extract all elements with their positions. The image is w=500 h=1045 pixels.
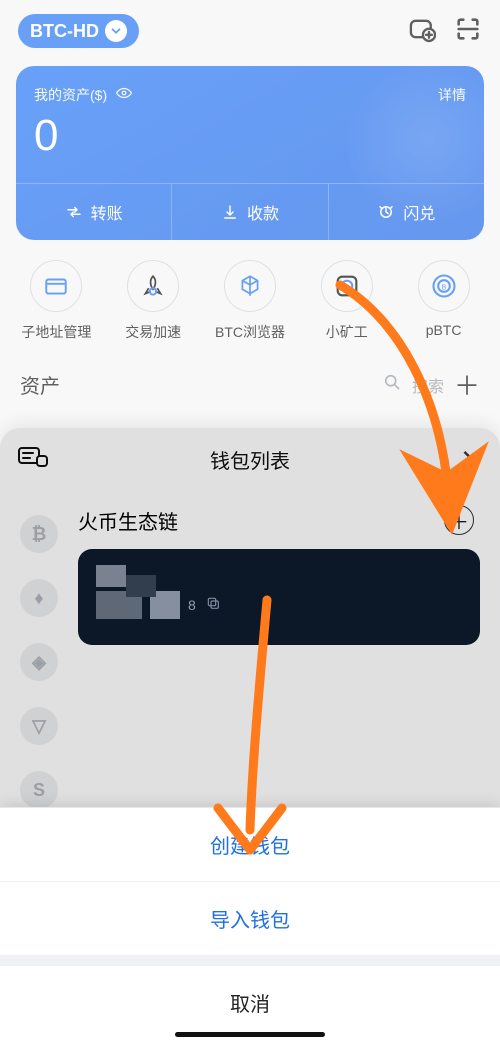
search-placeholder[interactable]: 搜索 — [412, 373, 444, 397]
swap-button[interactable]: 闪兑 — [328, 184, 484, 240]
chain-eth[interactable]: ♦ — [20, 579, 58, 617]
receive-button[interactable]: 收款 — [171, 184, 327, 240]
shortcut-btc-explorer[interactable]: BTC浏览器 — [202, 260, 299, 342]
chain-trx[interactable]: ▽ — [20, 707, 58, 745]
scan-icon[interactable] — [454, 15, 482, 48]
chevron-down-icon — [105, 20, 127, 42]
copy-icon[interactable] — [205, 595, 221, 616]
wallet-list-title: 钱包列表 — [0, 445, 500, 474]
eye-icon[interactable] — [115, 84, 133, 105]
asset-detail-link[interactable]: 详情 — [438, 85, 466, 105]
chain-rail: ₿ ♦ ◈ ▽ S — [0, 497, 78, 809]
svg-text:B: B — [344, 285, 349, 292]
chain-btc[interactable]: ₿ — [20, 515, 58, 553]
shortcut-miner[interactable]: B 小矿工 — [298, 260, 395, 342]
shortcut-sub-address[interactable]: 子地址管理 — [8, 260, 105, 342]
wallet-name: BTC-HD — [30, 21, 99, 42]
asset-card: 我的资产($) 详情 0 转账 收款 闪兑 — [16, 66, 484, 240]
wallet-selector-pill[interactable]: BTC-HD — [18, 14, 139, 48]
close-icon[interactable]: ✕ — [460, 444, 482, 475]
import-wallet-option[interactable]: 导入钱包 — [0, 882, 500, 956]
chain-iost[interactable]: S — [20, 771, 58, 809]
wallet-card[interactable]: 8 — [78, 549, 480, 645]
create-wallet-option[interactable]: 创建钱包 — [0, 808, 500, 882]
add-wallet-icon[interactable] — [408, 15, 436, 48]
shortcuts-row: 子地址管理 交易加速 BTC浏览器 B 小矿工 B pBTC — [0, 240, 500, 356]
wallet-action-sheet: 创建钱包 导入钱包 取消 — [0, 807, 500, 1045]
home-indicator — [175, 1032, 325, 1037]
asset-title: 我的资产($) — [34, 85, 107, 105]
chain-eos[interactable]: ◈ — [20, 643, 58, 681]
asset-amount: 0 — [34, 111, 466, 161]
svg-text:B: B — [441, 285, 446, 292]
assets-title: 资产 — [20, 370, 60, 399]
chain-name: 火币生态链 — [78, 506, 178, 535]
search-icon[interactable] — [382, 372, 402, 397]
add-wallet-plus-button[interactable]: ＋ — [444, 505, 474, 535]
shortcut-pbtc[interactable]: B pBTC — [395, 260, 492, 342]
transfer-button[interactable]: 转账 — [16, 184, 171, 240]
add-asset-button[interactable]: ＋ — [454, 366, 480, 403]
shortcut-tx-boost[interactable]: 交易加速 — [105, 260, 202, 342]
wallet-address-suffix: 8 — [188, 597, 197, 613]
